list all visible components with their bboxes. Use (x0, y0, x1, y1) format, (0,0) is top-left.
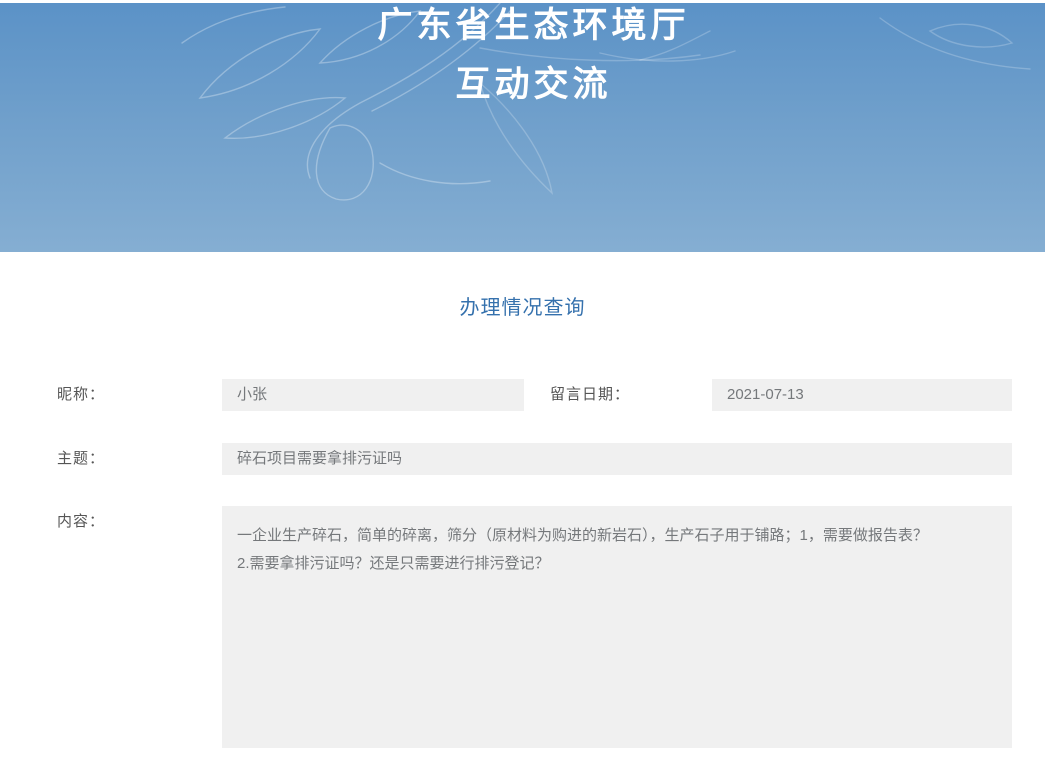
nickname-date-row: 昵称： 小张 留言日期： 2021-07-13 (57, 379, 1012, 411)
subject-field: 碎石项目需要拿排污证吗 (222, 443, 1012, 475)
main-content: 办理情况查询 昵称： 小张 留言日期： 2021-07-13 主题： 碎石项目需… (0, 298, 1045, 748)
subject-label: 主题： (57, 443, 222, 475)
nickname-field: 小张 (222, 379, 524, 411)
page-header: 广东省生态环境厅 互动交流 (0, 3, 1045, 252)
message-date-field: 2021-07-13 (712, 379, 1012, 411)
content-field: 一企业生产碎石，简单的碎离，筛分（原材料为购进的新岩石），生产石子用于铺路；1，… (222, 506, 1012, 748)
subject-row: 主题： 碎石项目需要拿排污证吗 (57, 443, 1012, 475)
inquiry-detail-form: 昵称： 小张 留言日期： 2021-07-13 主题： 碎石项目需要拿排污证吗 … (0, 379, 1045, 748)
content-row: 内容： 一企业生产碎石，简单的碎离，筛分（原材料为购进的新岩石），生产石子用于铺… (57, 506, 1012, 748)
header-title-block: 广东省生态环境厅 互动交流 (0, 3, 1045, 114)
page-subtitle: 互动交流 (22, 55, 1045, 114)
nickname-label: 昵称： (57, 379, 222, 411)
content-label: 内容： (57, 506, 222, 538)
org-title: 广东省生态环境厅 (22, 3, 1045, 55)
section-title: 办理情况查询 (0, 298, 1045, 319)
message-date-label: 留言日期： (524, 379, 712, 411)
